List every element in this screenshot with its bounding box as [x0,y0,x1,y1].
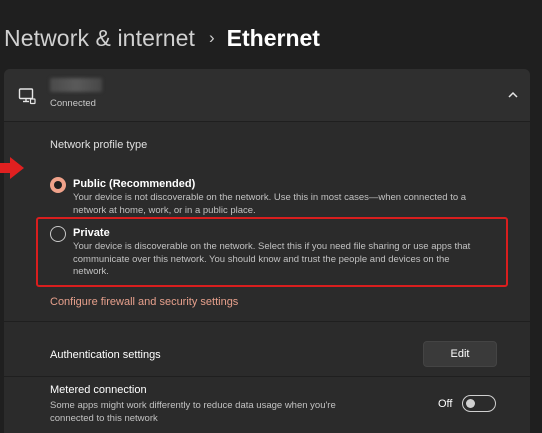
network-profile-type-label: Network profile type [50,139,148,151]
edit-authentication-button[interactable]: Edit [423,341,497,367]
configure-firewall-link[interactable]: Configure firewall and security settings [50,296,238,308]
chevron-up-icon[interactable] [506,88,520,102]
private-option-highlight [36,217,508,287]
network-name-redacted [50,78,102,92]
section-divider [4,321,530,322]
metered-connection-toggle[interactable] [462,395,496,412]
metered-toggle-state: Off [438,398,453,410]
authentication-settings-label: Authentication settings [50,349,161,361]
page-title: Ethernet [226,24,320,51]
metered-connection-description: Some apps might work differently to redu… [50,400,336,424]
public-option-title: Public (Recommended) [73,178,196,190]
public-radio-button[interactable] [50,177,66,193]
breadcrumb-network-internet[interactable]: Network & internet [4,25,195,52]
toggle-knob [466,398,475,408]
connection-status: Connected [50,98,96,109]
ethernet-settings-panel: Connected Network profile type Public (R… [4,69,530,433]
connection-header[interactable]: Connected [4,69,530,122]
section-divider [4,376,530,377]
public-option-description: Your device is not discoverable on the n… [73,192,467,216]
breadcrumb-separator: › [209,28,215,47]
breadcrumb: Network & internet › Ethernet [4,22,320,54]
metered-connection-title: Metered connection [50,384,147,396]
ethernet-monitor-icon [18,88,36,105]
red-arrow-pointer-icon [0,157,24,179]
